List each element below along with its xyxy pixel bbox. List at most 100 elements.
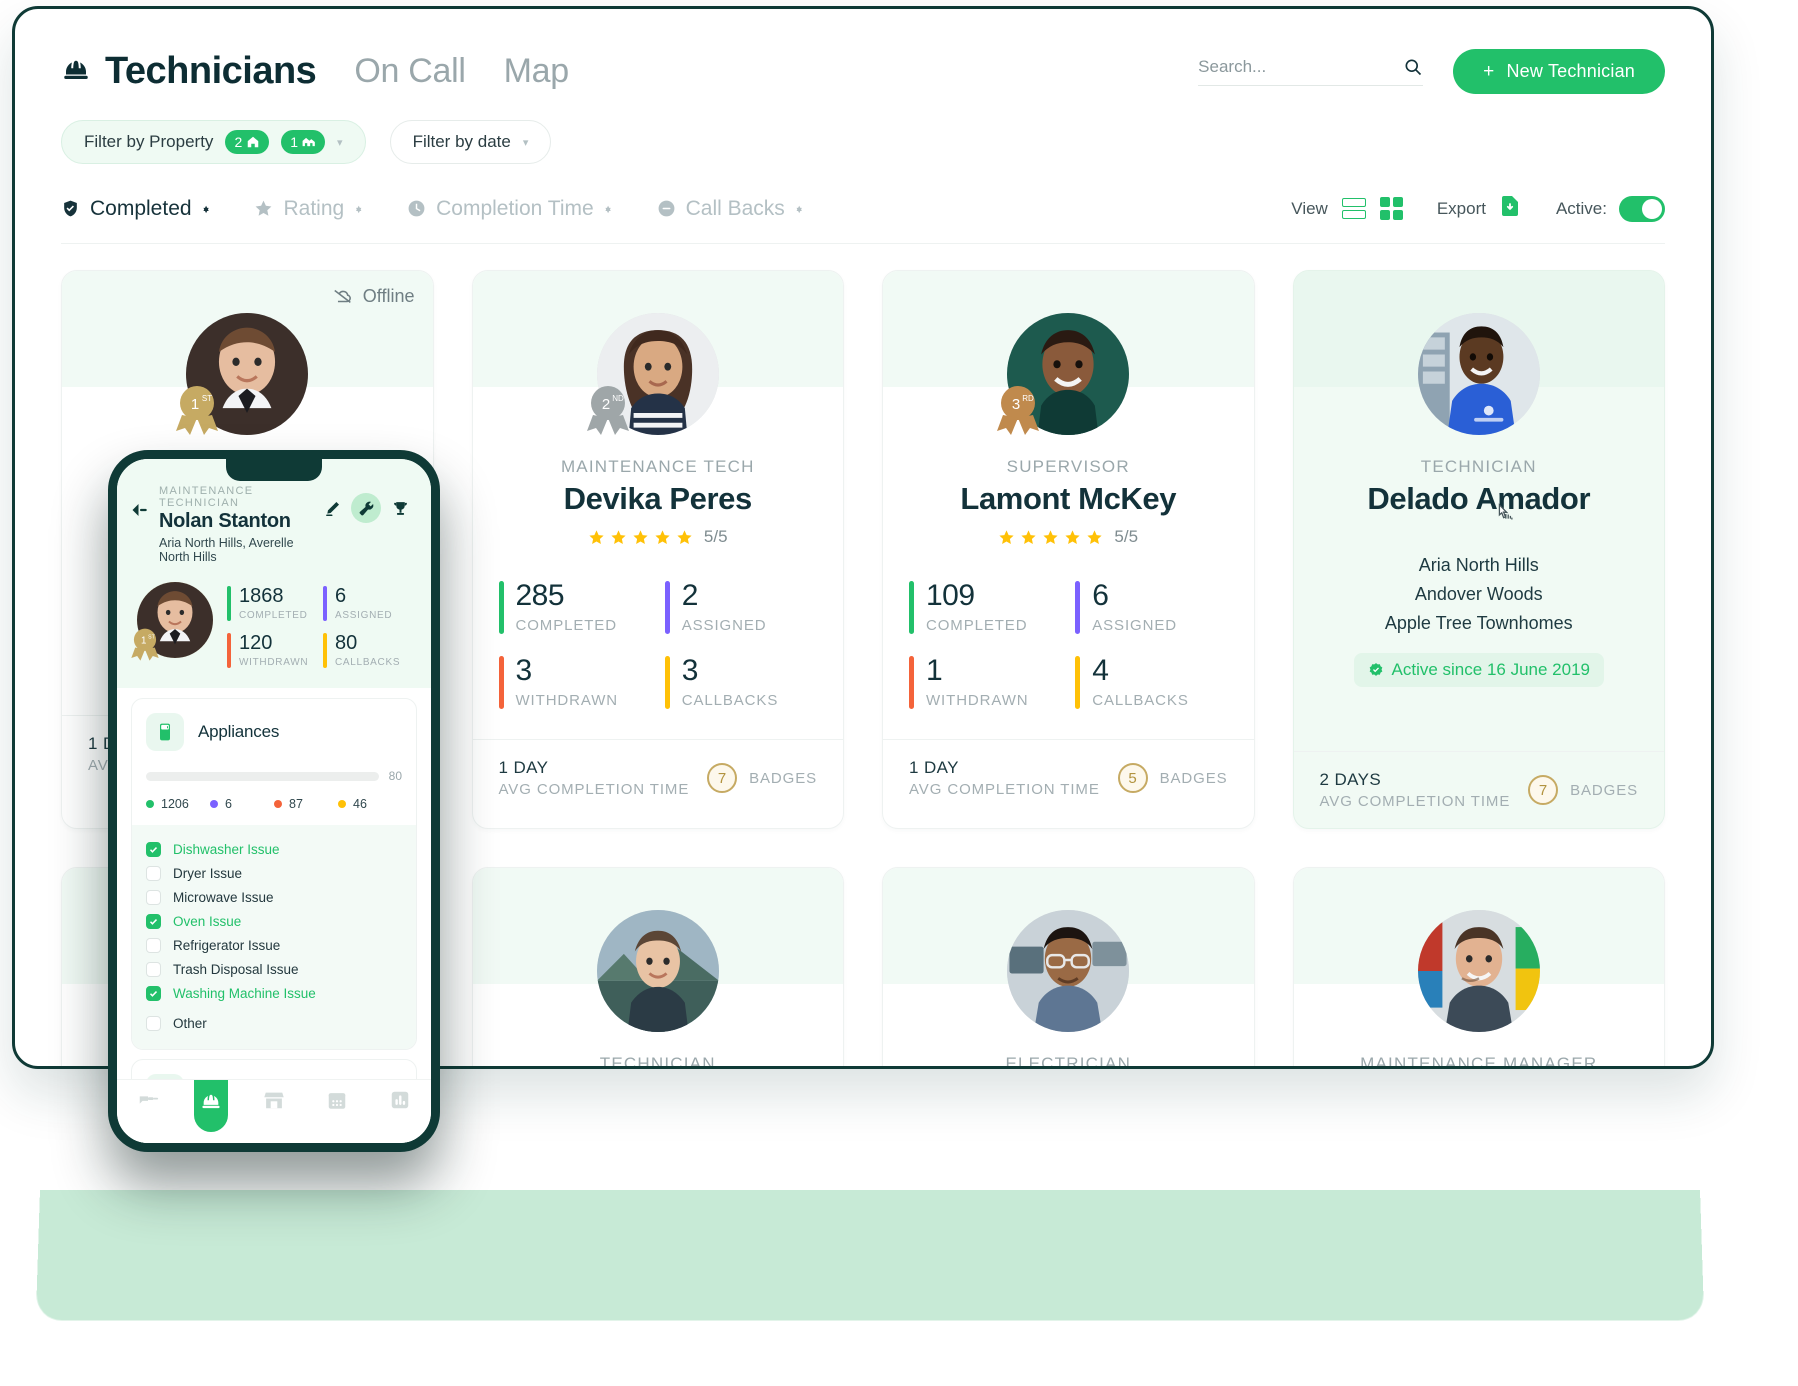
technician-card[interactable]: TECHNICIAN Jaydon Stanton 5/5 205COMPLET… [471,867,844,1069]
legend-value: 6 [225,797,232,811]
checkbox-refrigerator-issue[interactable]: Refrigerator Issue [146,933,402,957]
stat-completed: 109 COMPLETED [909,581,1061,634]
checkbox-dishwasher-issue[interactable]: Dishwasher Issue [146,837,402,861]
stat-label: CALLBACKS [1092,692,1189,709]
card-top: 3 RD SUPERVISOR Lamont McKey 5/5 [883,271,1254,547]
drill-icon[interactable] [131,1080,165,1120]
avatar-ring [596,910,719,1033]
sort-call-backs-label: Call Backs [685,196,785,220]
filter-by-property[interactable]: Filter by Property 2 1 ▾ [61,120,366,164]
phone-role: MAINTENANCE TECHNICIAN [159,485,254,509]
sort-arrows-icon[interactable]: ▲ ▼ [795,203,804,214]
search-box[interactable] [1198,57,1424,86]
chart-icon[interactable] [383,1080,417,1120]
search-icon[interactable] [1403,57,1423,77]
star-icon [655,529,670,544]
calendar-icon[interactable] [320,1080,354,1120]
back-arrow-icon[interactable] [131,501,149,519]
sort-completion-time[interactable]: Completion Time ▲ ▼ [407,197,613,221]
star-icon [1043,529,1059,544]
grid-view-icon[interactable] [1379,197,1403,220]
technician-role: TECHNICIAN [599,1054,716,1069]
progress-value: 80 [388,769,402,783]
search-input[interactable] [1198,57,1404,77]
avatar-ring [1417,910,1540,1033]
checkbox-oven-issue[interactable]: Oven Issue [146,909,402,933]
rank-medal-icon: 1 ST [174,385,220,439]
phone-stat-value: 120 [239,632,273,654]
sort-arrows-icon[interactable]: ▲ ▼ [202,203,211,214]
export-file-icon[interactable] [1498,194,1522,223]
sort-call-backs[interactable]: Call Backs ▲ ▼ [657,197,804,221]
sort-bar: Completed ▲ ▼ Rating ▲ ▼ Completion Time ▲… [61,194,1665,244]
sort-arrows-icon[interactable]: ▲ ▼ [354,203,363,214]
technician-name: Lamont McKey [960,481,1177,516]
houses-icon [302,137,315,147]
technician-card[interactable]: MAINTENANCE MANAGER Cooper Vetrovs 5/5 4… [1292,867,1665,1069]
technician-name: Devika Peres [563,481,753,516]
checkbox-washing-machine-issue[interactable]: Washing Machine Issue [146,981,402,1005]
mobile-preview: MAINTENANCE TECHNICIAN Nolan Stanton Ari… [108,450,440,1152]
hardhat-icon[interactable] [194,1080,229,1132]
new-technician-label: New Technician [1506,61,1635,81]
nav-item-map[interactable]: Map [504,52,570,91]
chevron-down-icon[interactable]: ▾ [337,136,343,149]
technician-card[interactable]: ELECTRICIAN Craig Dokidis 5/5 587COMPLET… [882,867,1255,1066]
phone-stat-callbacks: 80 CALLBACKS [323,633,415,668]
property-list: Aria North Hills Andover Woods Apple Tre… [1294,517,1665,688]
sort-rating-label: Rating [283,196,345,220]
rank-medal-icon: 3 RD [995,385,1041,439]
wrench-icon[interactable] [351,493,381,523]
avg-time-label: AVG COMPLETION TIME [909,781,1100,798]
checkbox-dryer-issue[interactable]: Dryer Issue [146,861,402,885]
callback-icon [658,200,675,217]
nav-item-on-call[interactable]: On Call [354,52,466,91]
technician-role: TECHNICIAN [1420,457,1537,476]
technician-role: MAINTENANCE MANAGER [1360,1054,1598,1069]
app-header: Technicians On Call Map + New Technician [15,9,1711,94]
stat-label: COMPLETED [926,617,1028,634]
sort-rating[interactable]: Rating ▲ ▼ [254,197,363,221]
active-toggle[interactable] [1619,195,1665,222]
sort-arrows-icon[interactable]: ▲ ▼ [604,203,613,214]
checkbox-other[interactable]: Other [146,1011,402,1035]
edit-pencil-icon[interactable] [317,493,347,523]
active-since-badge: Active since 16 June 2019 [1353,653,1604,688]
checkbox-microwave-issue[interactable]: Microwave Issue [146,885,402,909]
list-view-icon[interactable] [1341,198,1366,219]
trophy-icon[interactable] [385,493,415,523]
sort-bar-right: View Export Active: [1291,194,1665,223]
chevron-down-icon[interactable]: ▾ [523,136,529,149]
view-switcher: View [1291,197,1403,220]
filter-by-date[interactable]: Filter by date ▾ [389,120,552,164]
avg-time-value: 1 DAY [909,758,959,777]
sort-completed[interactable]: Completed ▲ ▼ [61,197,210,221]
category-card-appliances[interactable]: Appliances 80 1206 6 87 46 Dishwasher Is… [131,698,417,1050]
star-icon [1087,529,1103,544]
svg-text:ND: ND [612,394,624,403]
checkbox-trash-disposal-issue[interactable]: Trash Disposal Issue [146,957,402,981]
star-icon [611,529,626,544]
export-control[interactable]: Export [1437,194,1522,223]
filter-date-label: Filter by date [412,132,511,151]
stat-value: 4 [1092,654,1109,687]
phone-rank-medal-icon: 1 ST [130,628,160,664]
main-nav: On Call Map [354,52,569,91]
active-toggle-group[interactable]: Active: [1556,195,1665,222]
stat-value: 3 [681,654,699,687]
technician-card[interactable]: 3 RD SUPERVISOR Lamont McKey 5/5 109 COM… [882,270,1255,830]
badges: 7 BADGES [1528,775,1638,806]
technician-card[interactable]: 2 ND MAINTENANCE TECH Devika Peres 5/5 2… [471,270,844,830]
svg-text:ST: ST [148,634,155,640]
svg-text:RD: RD [1022,394,1034,403]
view-label: View [1291,198,1328,218]
phone-tab-bar [117,1079,431,1143]
stat-withdrawn: 3 WITHDRAWN [498,656,651,709]
phone-properties: Aria North Hills, Averelle North Hills [159,536,294,564]
new-technician-button[interactable]: + New Technician [1453,49,1665,94]
stat-label: WITHDRAWN [515,692,619,709]
stat-value: 1 [926,654,943,687]
technician-card[interactable]: TECHNICIAN Delado Amador Aria North Hill… [1292,270,1665,830]
store-icon[interactable] [257,1080,291,1120]
technician-stats: 109 COMPLETED 6 ASSIGNED 1 WITHDRAWN 4 CALLB… [883,547,1254,739]
